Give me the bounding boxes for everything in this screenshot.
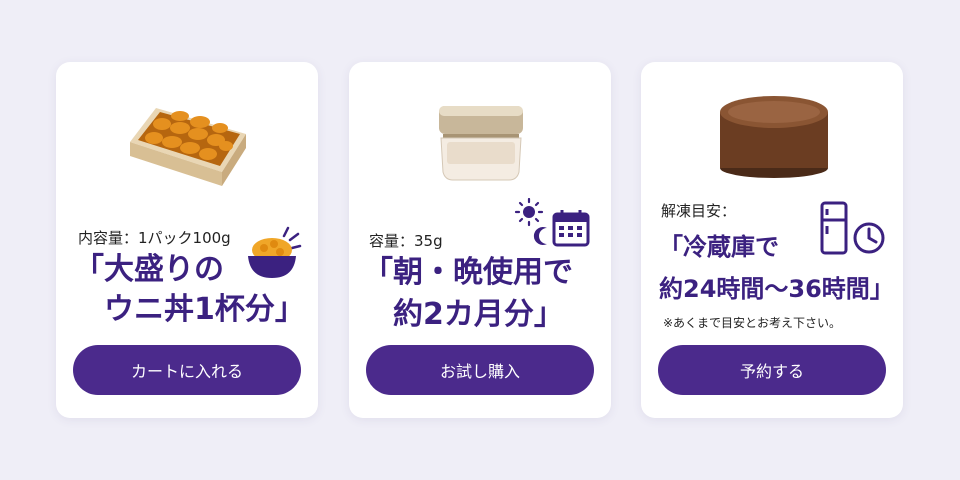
calendar-icon [552,210,590,247]
disclaimer-note: ※あくまで目安とお考え下さい。 [663,316,842,330]
spec-label: 内容量：1パック100g [78,229,231,247]
cream-jar-image [439,106,523,181]
reserve-button[interactable]: 予約する [658,345,886,395]
product-card-uni: 内容量：1パック100g 「大盛りの ウニ丼1杯分」 カートに入れる [56,62,318,418]
sun-moon-icon [514,198,547,245]
headline: 「朝・晩使用で 約2カ月分」 [363,255,573,332]
headline: 「大盛りの ウニ丼1杯分」 [74,252,305,327]
trial-purchase-button[interactable]: お試し購入 [366,345,594,395]
headline: 「冷蔵庫で 約24時間〜36時間」 [659,233,894,303]
add-to-cart-button[interactable]: カートに入れる [73,345,301,395]
chocolate-cake-image [720,96,828,178]
product-card-cream: 容量：35g 「朝・晩使用で 約2カ月分」 お試し購入 [349,62,611,418]
sea-urchin-box-image [130,108,246,186]
product-card-cake: 解凍目安： 「冷蔵庫で 約24時間〜36時間」 ※あくまで目安とお考え下さい。 … [641,62,903,418]
spec-label: 解凍目安： [661,202,737,220]
spec-label: 容量：35g [369,232,443,250]
